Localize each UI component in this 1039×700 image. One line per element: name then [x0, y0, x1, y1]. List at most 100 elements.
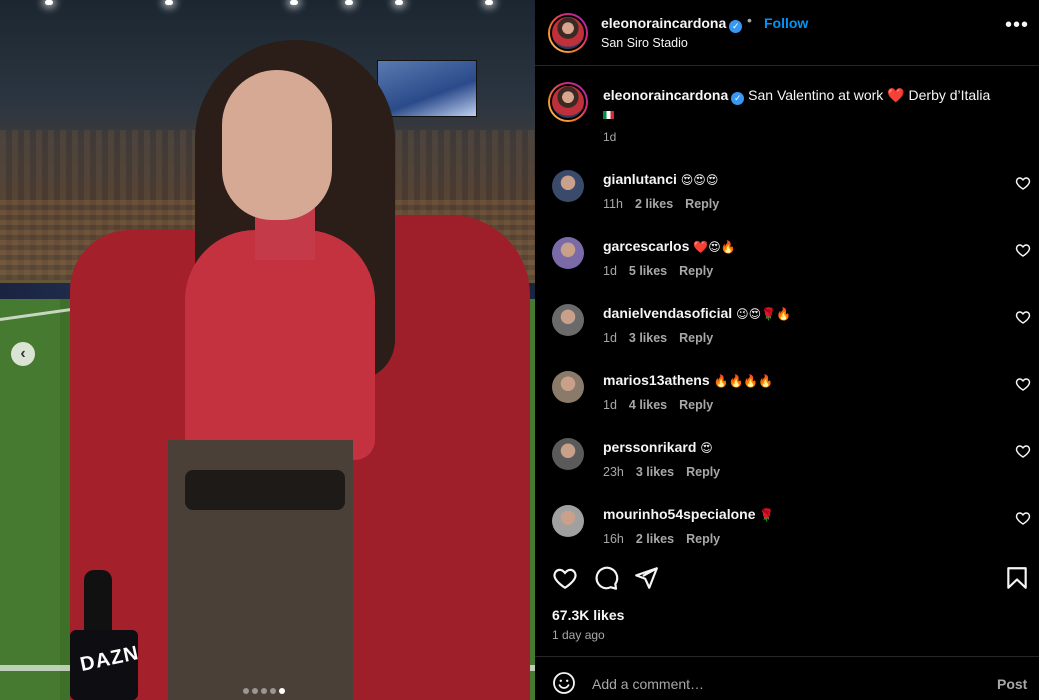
commenter-avatar[interactable]: [552, 304, 584, 336]
comment-meta: 11h 2 likes Reply: [603, 197, 731, 211]
comment-time: 1d: [603, 331, 617, 345]
comment-body: garcescarlos ❤️😍🔥: [603, 238, 736, 254]
carousel-dot: [243, 688, 249, 694]
post-photo[interactable]: DAZN ‹: [0, 0, 535, 700]
caption-time: 1d: [603, 130, 617, 144]
heart-icon[interactable]: [1015, 376, 1031, 392]
comment-meta: 23h 3 likes Reply: [603, 465, 732, 479]
author-avatar[interactable]: [548, 82, 588, 122]
share-icon[interactable]: [633, 565, 659, 591]
heart-icon[interactable]: [1015, 510, 1031, 526]
comment-body: gianlutanci 😍😍😍: [603, 171, 718, 187]
location-link[interactable]: San Siro Stadio: [601, 36, 688, 50]
carousel-indicator: [243, 688, 285, 694]
reply-button[interactable]: Reply: [686, 465, 720, 479]
comment-time: 11h: [603, 197, 623, 211]
heart-icon[interactable]: [1015, 443, 1031, 459]
stadium-screen: [377, 60, 477, 117]
italy-flag-icon: [603, 111, 614, 119]
commenter-avatar[interactable]: [552, 237, 584, 269]
heart-icon[interactable]: [552, 565, 578, 591]
action-bar: [535, 560, 1039, 600]
comment-body: danielvendasoficial 😉😍🌹🔥: [603, 305, 791, 321]
reply-button[interactable]: Reply: [679, 264, 713, 278]
post-sidebar: eleonoraincardona ✓ • Follow San Siro Sta…: [535, 0, 1039, 700]
caption-username[interactable]: eleonoraincardona: [603, 87, 728, 103]
commenter-username[interactable]: gianlutanci: [603, 171, 677, 187]
commenter-username[interactable]: danielvendasoficial: [603, 305, 732, 321]
stadium-light: [345, 0, 353, 5]
more-icon[interactable]: •••: [1005, 14, 1029, 37]
comment-likes[interactable]: 5 likes: [629, 264, 667, 278]
comment-row: gianlutanci 😍😍😍 11h 2 likes Reply: [535, 170, 1039, 230]
commenter-username[interactable]: marios13athens: [603, 372, 710, 388]
comment-row: perssonrikard 😍 23h 3 likes Reply: [535, 438, 1039, 498]
verified-icon: ✓: [731, 92, 745, 105]
figure-belt: [185, 470, 345, 510]
commenter-username[interactable]: mourinho54specialone: [603, 506, 755, 522]
comment-likes[interactable]: 3 likes: [629, 331, 667, 345]
chevron-left-icon[interactable]: ‹: [11, 342, 35, 366]
comment-text: 😉😍🌹🔥: [736, 307, 791, 321]
commenter-avatar[interactable]: [552, 438, 584, 470]
heart-icon[interactable]: [1015, 242, 1031, 258]
stadium-light: [290, 0, 298, 5]
comment-likes[interactable]: 3 likes: [636, 465, 674, 479]
comment-meta: 16h 2 likes Reply: [603, 532, 732, 546]
carousel-dot: [261, 688, 267, 694]
comment-text: ❤️😍🔥: [693, 240, 736, 254]
comment-likes[interactable]: 2 likes: [636, 532, 674, 546]
stadium-light: [485, 0, 493, 5]
commenter-avatar[interactable]: [552, 371, 584, 403]
microphone-flag: DAZN: [70, 630, 141, 700]
verified-icon: ✓: [729, 20, 743, 33]
comment-time: 1d: [603, 264, 617, 278]
emoji-icon[interactable]: [552, 671, 576, 695]
comment-input[interactable]: Add a comment…: [592, 676, 704, 692]
comment-time: 1d: [603, 398, 617, 412]
comment-row: mourinho54specialone 🌹 16h 2 likes Reply: [535, 505, 1039, 565]
figure-top: [185, 230, 375, 460]
comment-body: perssonrikard 😍: [603, 439, 713, 455]
caption-text: eleonoraincardona ✓ San Valentino at work…: [603, 86, 1013, 123]
reply-button[interactable]: Reply: [686, 532, 720, 546]
comment-row: danielvendasoficial 😉😍🌹🔥 1d 3 likes Reply: [535, 304, 1039, 364]
heart-icon[interactable]: [1015, 175, 1031, 191]
follow-button[interactable]: Follow: [764, 15, 808, 31]
comment-icon[interactable]: [593, 565, 619, 591]
post-header: eleonoraincardona ✓ • Follow San Siro Sta…: [535, 0, 1039, 66]
bookmark-icon[interactable]: [1004, 565, 1030, 591]
author-avatar[interactable]: [548, 13, 588, 53]
caption-body: San Valentino at work ❤️ Derby d’Italia: [748, 87, 991, 103]
comment-likes[interactable]: 2 likes: [635, 197, 673, 211]
commenter-avatar[interactable]: [552, 505, 584, 537]
reply-button[interactable]: Reply: [685, 197, 719, 211]
post-date: 1 day ago: [552, 628, 605, 642]
stadium-light: [45, 0, 53, 5]
comment-body: marios13athens 🔥🔥🔥🔥: [603, 372, 773, 388]
reply-button[interactable]: Reply: [679, 331, 713, 345]
commenter-username[interactable]: garcescarlos: [603, 238, 689, 254]
comment-row: garcescarlos ❤️😍🔥 1d 5 likes Reply: [535, 237, 1039, 297]
comment-body: mourinho54specialone 🌹: [603, 506, 774, 522]
commenter-username[interactable]: perssonrikard: [603, 439, 696, 455]
separator-dot: •: [747, 12, 752, 28]
comment-text: 🔥🔥🔥🔥: [713, 374, 774, 388]
post-button[interactable]: Post: [997, 676, 1027, 692]
reply-button[interactable]: Reply: [679, 398, 713, 412]
heart-icon[interactable]: [1015, 309, 1031, 325]
figure-face: [222, 70, 332, 220]
stadium-light: [165, 0, 173, 5]
comment-text: 😍😍😍: [680, 173, 719, 187]
comment-meta: 1d 4 likes Reply: [603, 398, 725, 412]
comment-row: marios13athens 🔥🔥🔥🔥 1d 4 likes Reply: [535, 371, 1039, 431]
like-count[interactable]: 67.3K likes: [552, 607, 624, 623]
author-line: eleonoraincardona ✓: [601, 15, 743, 33]
comment-time: 23h: [603, 465, 624, 479]
comment-meta: 1d 3 likes Reply: [603, 331, 725, 345]
comment-likes[interactable]: 4 likes: [629, 398, 667, 412]
carousel-dot-active: [279, 688, 285, 694]
author-username[interactable]: eleonoraincardona: [601, 15, 726, 31]
comment-time: 16h: [603, 532, 624, 546]
commenter-avatar[interactable]: [552, 170, 584, 202]
